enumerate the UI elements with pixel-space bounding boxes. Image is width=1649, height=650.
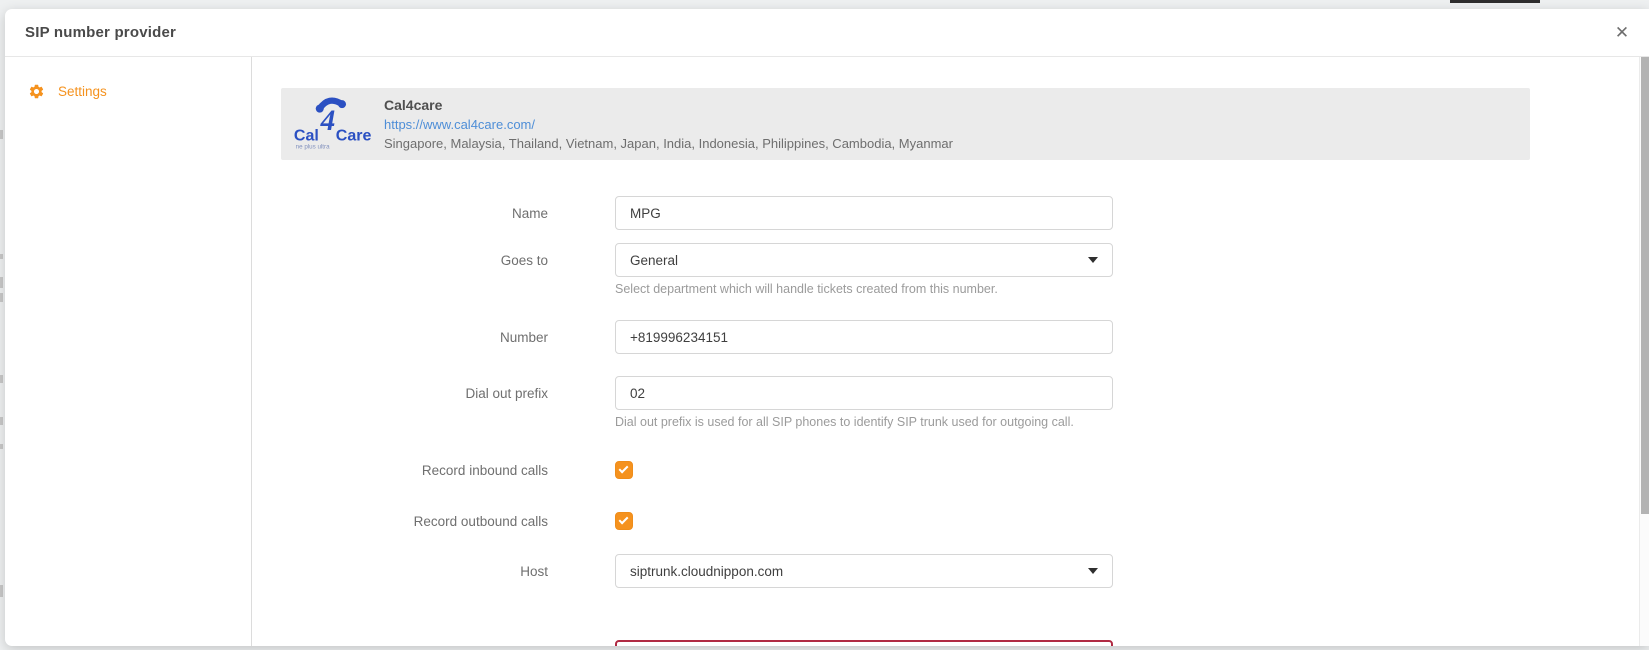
sip-number-provider-modal: SIP number provider ✕ Settings 4: [5, 9, 1649, 646]
close-icon[interactable]: ✕: [1610, 21, 1634, 45]
sidebar: Settings: [5, 57, 252, 646]
sidebar-item-settings[interactable]: Settings: [5, 77, 251, 106]
svg-text:ne plus ultra: ne plus ultra: [296, 143, 330, 150]
modal-body: Settings 4 Cal Care ne plus ultra: [5, 57, 1649, 646]
host-label: Host: [281, 554, 548, 588]
background-dark-bar: [1450, 0, 1540, 3]
background-edge-mark: [0, 417, 3, 425]
sidebar-item-label: Settings: [58, 84, 107, 99]
dial-out-prefix-input[interactable]: [615, 376, 1113, 410]
dial-out-prefix-hint: Dial out prefix is used for all SIP phon…: [615, 415, 1113, 429]
form-row-record-inbound: Record inbound calls: [281, 461, 1649, 479]
record-outbound-checkbox[interactable]: [615, 512, 633, 530]
chevron-down-icon: [1088, 257, 1098, 263]
goes-to-hint: Select department which will handle tick…: [615, 282, 1113, 296]
host-select[interactable]: siptrunk.cloudnippon.com: [615, 554, 1113, 588]
svg-text:Cal: Cal: [294, 126, 319, 144]
background-edge-mark: [0, 130, 3, 139]
modal-header: SIP number provider ✕: [5, 9, 1649, 57]
form-row-record-outbound: Record outbound calls: [281, 512, 1649, 530]
host-selected-value: siptrunk.cloudnippon.com: [630, 564, 783, 579]
settings-panel: 4 Cal Care ne plus ultra Cal4care https:…: [252, 57, 1649, 646]
form-row-host: Host siptrunk.cloudnippon.com: [281, 554, 1649, 588]
error-input[interactable]: [615, 640, 1113, 646]
gear-icon: [28, 83, 45, 100]
background-edge-mark: [0, 375, 3, 383]
background-edge-mark: [0, 254, 3, 259]
name-input[interactable]: [615, 196, 1113, 230]
record-outbound-label: Record outbound calls: [281, 512, 548, 530]
goes-to-selected-value: General: [630, 253, 678, 268]
number-input[interactable]: [615, 320, 1113, 354]
dial-out-prefix-label: Dial out prefix: [281, 376, 548, 410]
svg-text:Care: Care: [336, 126, 372, 144]
goes-to-select[interactable]: General: [615, 243, 1113, 277]
provider-info: Cal4care https://www.cal4care.com/ Singa…: [384, 97, 953, 151]
form-row-goes-to: Goes to General Select department which …: [281, 243, 1649, 296]
goes-to-label: Goes to: [281, 243, 548, 277]
provider-url-link[interactable]: https://www.cal4care.com/: [384, 117, 953, 132]
record-inbound-label: Record inbound calls: [281, 461, 548, 479]
vertical-scrollbar[interactable]: [1639, 57, 1649, 646]
checkmark-icon: [619, 464, 629, 474]
provider-banner: 4 Cal Care ne plus ultra Cal4care https:…: [281, 88, 1530, 160]
form-row-dial-out-prefix: Dial out prefix Dial out prefix is used …: [281, 376, 1649, 429]
name-label: Name: [281, 196, 548, 230]
scrollbar-thumb[interactable]: [1641, 57, 1649, 514]
checkmark-icon: [619, 515, 629, 525]
cal4care-logo-icon: 4 Cal Care ne plus ultra: [293, 93, 375, 156]
form-row-error-field: [281, 640, 1649, 646]
background-edge-mark: [0, 277, 3, 288]
background-edge-mark: [0, 444, 3, 449]
form-row-number: Number: [281, 320, 1649, 354]
record-inbound-checkbox[interactable]: [615, 461, 633, 479]
form-row-name: Name: [281, 196, 1649, 230]
modal-title: SIP number provider: [25, 24, 176, 41]
chevron-down-icon: [1088, 568, 1098, 574]
provider-countries: Singapore, Malaysia, Thailand, Vietnam, …: [384, 136, 953, 151]
provider-name: Cal4care: [384, 97, 953, 113]
background-edge-mark: [0, 293, 3, 302]
svg-text:4: 4: [320, 105, 336, 137]
background-edge-mark: [0, 585, 3, 597]
number-label: Number: [281, 320, 548, 354]
